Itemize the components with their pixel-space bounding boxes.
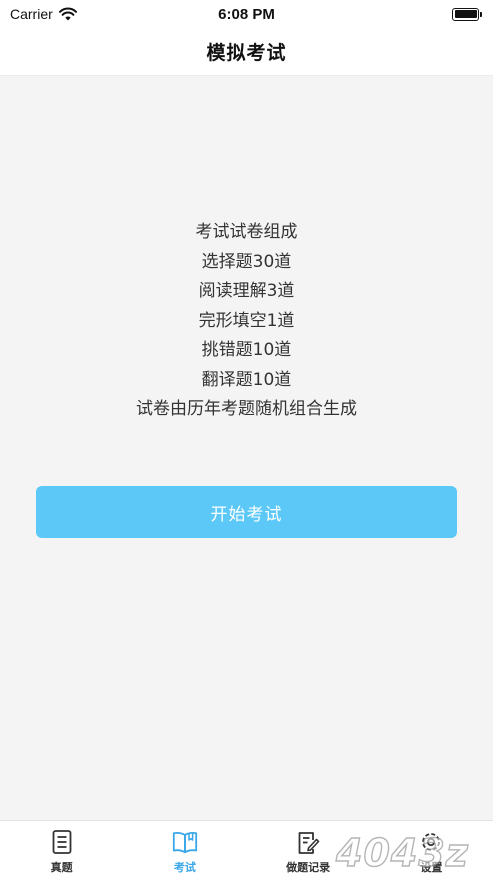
tab-practice-records[interactable]: 做题记录 (247, 821, 370, 879)
status-bar: Carrier 6:08 PM (0, 0, 493, 28)
wifi-icon (58, 7, 77, 21)
exam-info-error-correction: 挑错题10道 (201, 340, 292, 360)
tab-settings[interactable]: 设置 (370, 821, 493, 879)
page-title: 模拟考试 (206, 42, 287, 64)
exam-info-note: 试卷由历年考题随机组合生成 (136, 399, 357, 419)
exam-info-multiple-choice: 选择题30道 (201, 251, 292, 272)
exam-info-reading: 阅读理解3道 (198, 281, 295, 301)
exam-info-cloze: 完形填空1道 (198, 310, 295, 331)
open-book-icon (172, 831, 197, 854)
battery-level (454, 10, 477, 18)
tab-label: 做题记录 (286, 861, 331, 874)
tab-label: 真题 (50, 861, 73, 874)
gear-icon (422, 833, 441, 851)
carrier-group: Carrier (10, 6, 77, 22)
tab-label: 设置 (420, 861, 443, 874)
tab-bar: 真题 考试 做题记录 设置 (0, 820, 493, 879)
main-content: 考试试卷组成 选择题30道 阅读理解3道 完形填空1道 挑错题10道 翻译题10… (0, 76, 493, 820)
tab-real-exams[interactable]: 真题 (0, 821, 123, 879)
tab-exam[interactable]: 考试 (123, 821, 246, 879)
battery-icon (452, 7, 482, 21)
carrier-label: Carrier (10, 6, 53, 22)
exam-info-heading: 考试试卷组成 (195, 222, 298, 242)
navigation-bar: 模拟考试 (0, 28, 493, 76)
exam-info-translation: 翻译题10道 (201, 369, 292, 390)
edit-note-icon (298, 832, 320, 854)
tab-label: 考试 (173, 861, 196, 874)
document-icon (52, 830, 72, 854)
start-exam-button[interactable]: 开始考试 (36, 486, 457, 538)
exam-info: 考试试卷组成 选择题30道 阅读理解3道 完形填空1道 挑错题10道 翻译题10… (0, 218, 493, 425)
